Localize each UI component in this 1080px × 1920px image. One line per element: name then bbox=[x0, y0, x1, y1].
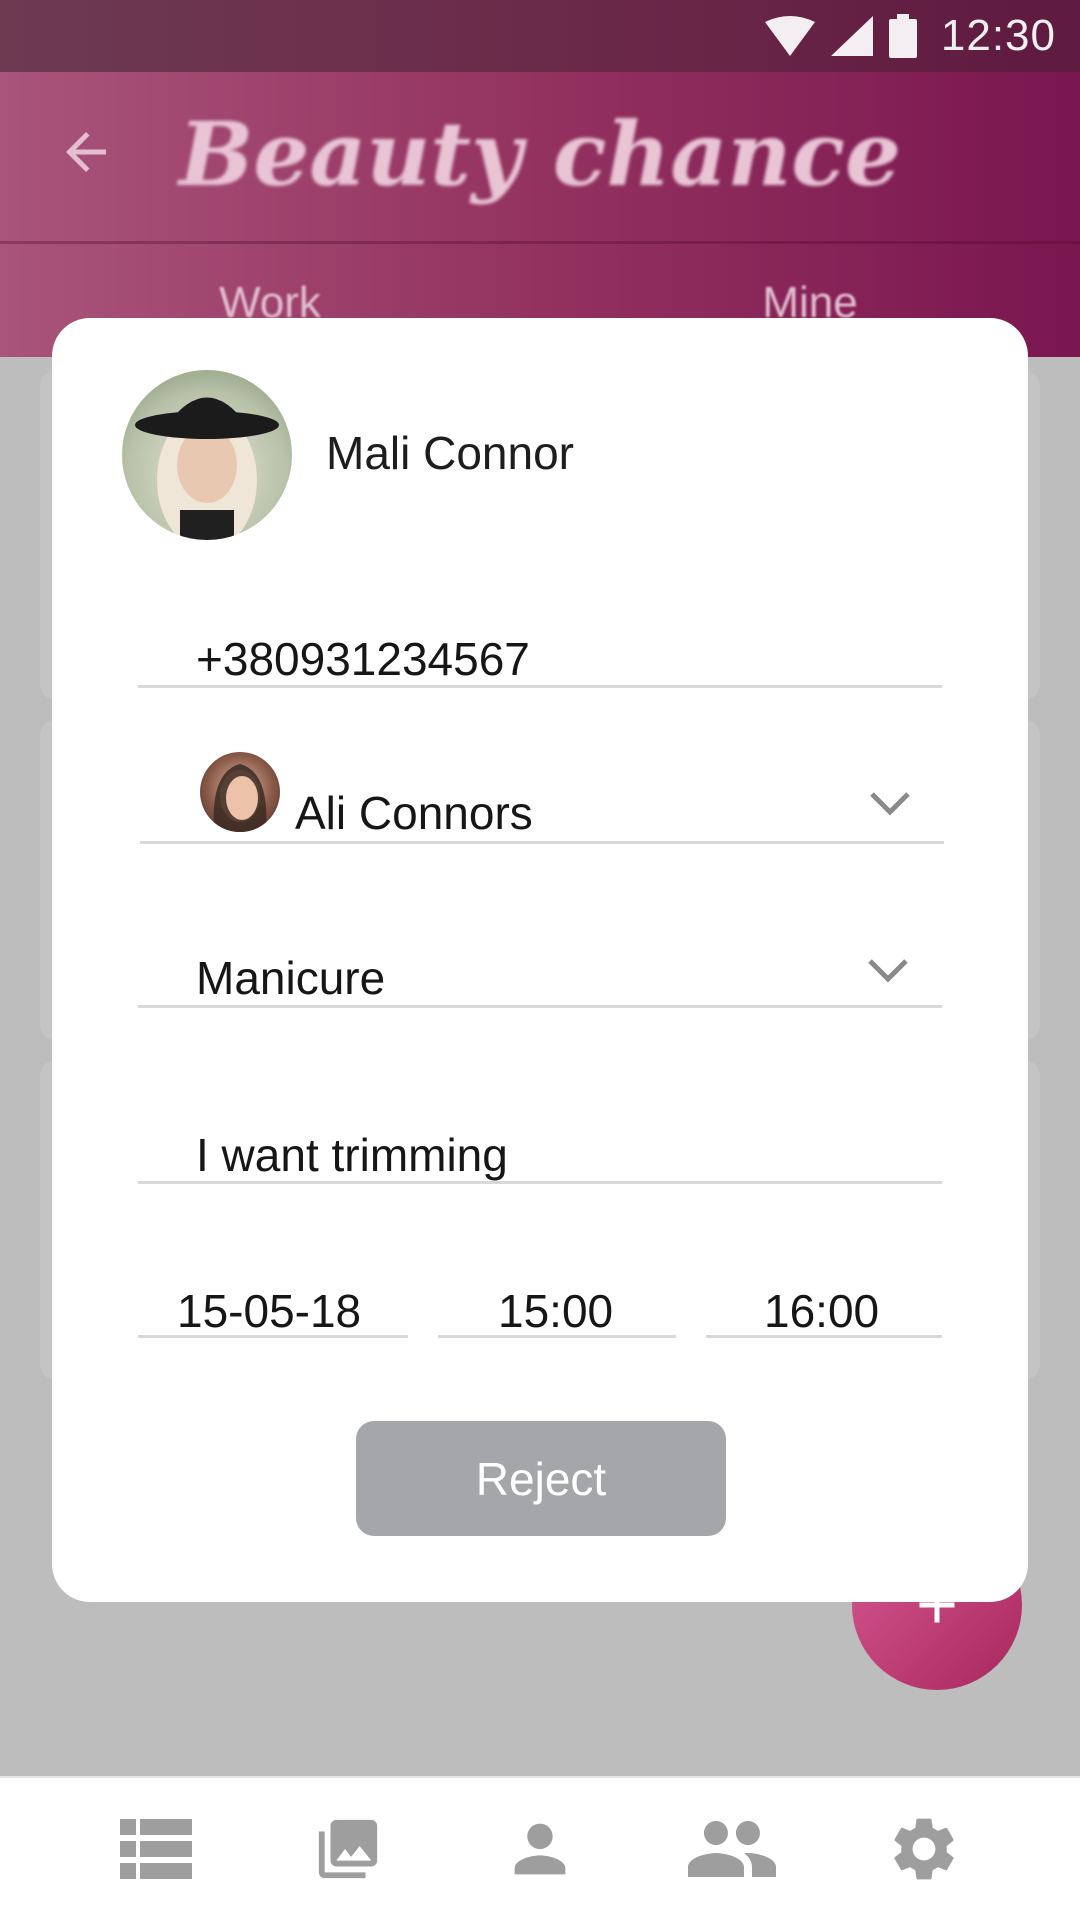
master-avatar bbox=[200, 752, 280, 832]
reject-button[interactable]: Reject bbox=[356, 1421, 726, 1536]
wifi-icon bbox=[764, 16, 815, 56]
client-name: Mali Connor bbox=[326, 427, 574, 479]
phone-value: +380931234567 bbox=[196, 633, 530, 685]
date-value: 15-05-18 bbox=[177, 1285, 362, 1337]
person-icon bbox=[514, 1823, 566, 1875]
app-title: Beauty chance bbox=[179, 102, 901, 206]
master-name: Ali Connors bbox=[295, 787, 533, 839]
client-portrait-icon bbox=[135, 397, 279, 540]
people-icon bbox=[688, 1821, 776, 1877]
nav-item-profile[interactable] bbox=[480, 1799, 600, 1899]
service-value: Manicure bbox=[196, 952, 386, 1004]
battery-icon bbox=[888, 14, 917, 58]
appointment-dialog: Mali Connor +380931234567 Ali Connors Ma… bbox=[52, 318, 1028, 1602]
comment-value: I want trimming bbox=[196, 1129, 508, 1181]
signal-icon bbox=[830, 16, 873, 56]
status-bar: 12:30 bbox=[0, 0, 1080, 72]
status-time: 12:30 bbox=[940, 11, 1056, 60]
settings-gear-icon bbox=[894, 1818, 954, 1880]
app-bar: Beauty chance Work Mine bbox=[0, 72, 1080, 357]
end-time-value: 16:00 bbox=[764, 1285, 880, 1337]
client-avatar bbox=[122, 370, 292, 540]
nav-item-gallery[interactable] bbox=[288, 1799, 408, 1899]
nav-item-list[interactable] bbox=[96, 1799, 216, 1899]
chevron-down-icon bbox=[870, 792, 910, 816]
start-time-value: 15:00 bbox=[498, 1285, 614, 1337]
photo-library-icon bbox=[318, 1819, 378, 1879]
chevron-down-icon bbox=[868, 959, 908, 983]
master-portrait-icon bbox=[213, 764, 267, 832]
nav-item-settings[interactable] bbox=[864, 1799, 984, 1899]
bottom-navigation bbox=[0, 1776, 1080, 1920]
nav-item-clients[interactable] bbox=[672, 1799, 792, 1899]
list-icon bbox=[120, 1819, 192, 1879]
